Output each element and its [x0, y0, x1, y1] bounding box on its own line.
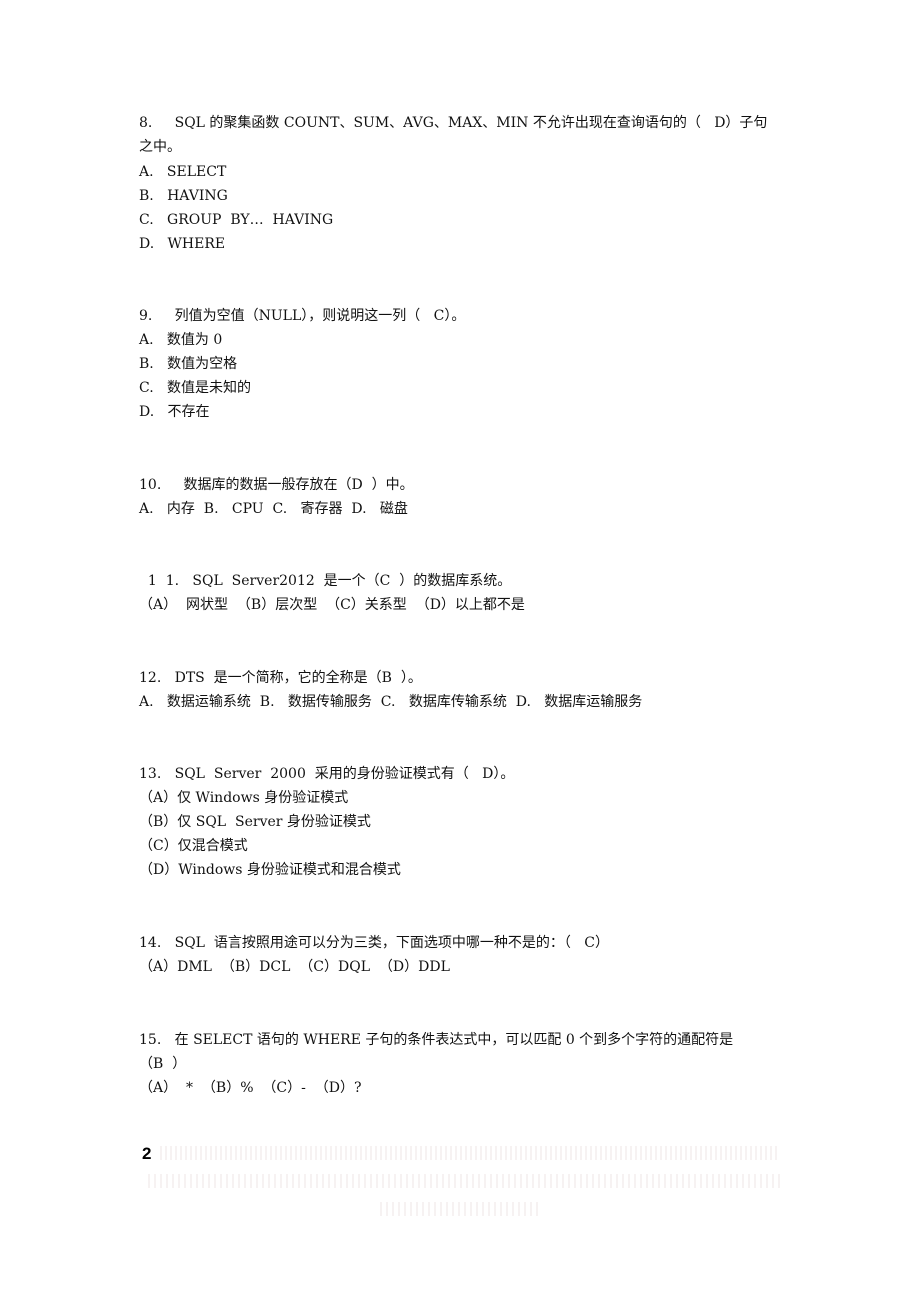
- question-8-option-d: D. WHERE: [139, 236, 226, 252]
- question-11-stem: 1 1. SQL Server2012 是一个（C ）的数据库系统。: [139, 573, 512, 589]
- question-9-stem: 9. 列值为空值（NULL），则说明这一列（ C）。: [139, 308, 466, 324]
- question-8-option-b: B. HAVING: [139, 188, 228, 204]
- question-15-options: （A） * （B）% （C）- （D）?: [139, 1080, 362, 1096]
- question-8-option-c: C. GROUP BY… HAVING: [139, 212, 334, 228]
- question-13-option-c: （C）仅混合模式: [139, 838, 248, 854]
- question-8-stem-line-2: 之中。: [139, 139, 181, 155]
- question-12-options: A. 数据运输系统 B. 数据传输服务 C. 数据库传输系统 D. 数据库运输服…: [139, 694, 643, 710]
- question-11-options: （A） 网状型 （B）层次型 （C）关系型 （D）以上都不是: [139, 597, 525, 613]
- watermark-line-1: [160, 1146, 780, 1160]
- question-13-option-a: （A）仅 Windows 身份验证模式: [139, 790, 349, 806]
- question-13-stem: 13. SQL Server 2000 采用的身份验证模式有（ D）。: [139, 766, 515, 782]
- page-number: 2: [142, 1144, 152, 1163]
- watermark-line-3: [380, 1202, 540, 1216]
- question-10-stem: 10. 数据库的数据一般存放在（D ）中。: [139, 477, 414, 493]
- question-14-options: （A）DML （B）DCL （C）DQL （D）DDL: [139, 959, 450, 975]
- question-9-option-d: D. 不存在: [139, 404, 210, 420]
- question-9-option-a: A. 数值为 0: [139, 332, 223, 348]
- question-12-stem: 12. DTS 是一个简称，它的全称是（B ）。: [139, 670, 422, 686]
- question-13-option-d: （D）Windows 身份验证模式和混合模式: [139, 862, 401, 878]
- question-14-stem: 14. SQL 语言按照用途可以分为三类，下面选项中哪一种不是的：（ C）: [139, 935, 609, 951]
- question-8-stem-line-1: 8. SQL 的聚集函数 COUNT、SUM、AVG、MAX、MIN 不允许出现…: [139, 115, 768, 131]
- question-13-option-b: （B）仅 SQL Server 身份验证模式: [139, 814, 371, 830]
- watermark-line-2: [148, 1174, 780, 1188]
- question-10-options: A. 内存 B. CPU C. 寄存器 D. 磁盘: [139, 501, 408, 517]
- question-15-stem-line-1: 15. 在 SELECT 语句的 WHERE 子句的条件表达式中，可以匹配 0 …: [139, 1032, 734, 1048]
- question-9-option-b: B. 数值为空格: [139, 356, 238, 372]
- document-page: 8. SQL 的聚集函数 COUNT、SUM、AVG、MAX、MIN 不允许出现…: [0, 0, 920, 1302]
- question-9-option-c: C. 数值是未知的: [139, 380, 252, 396]
- question-8-option-a: A. SELECT: [139, 164, 227, 180]
- question-15-stem-line-2: （B ）: [139, 1056, 187, 1072]
